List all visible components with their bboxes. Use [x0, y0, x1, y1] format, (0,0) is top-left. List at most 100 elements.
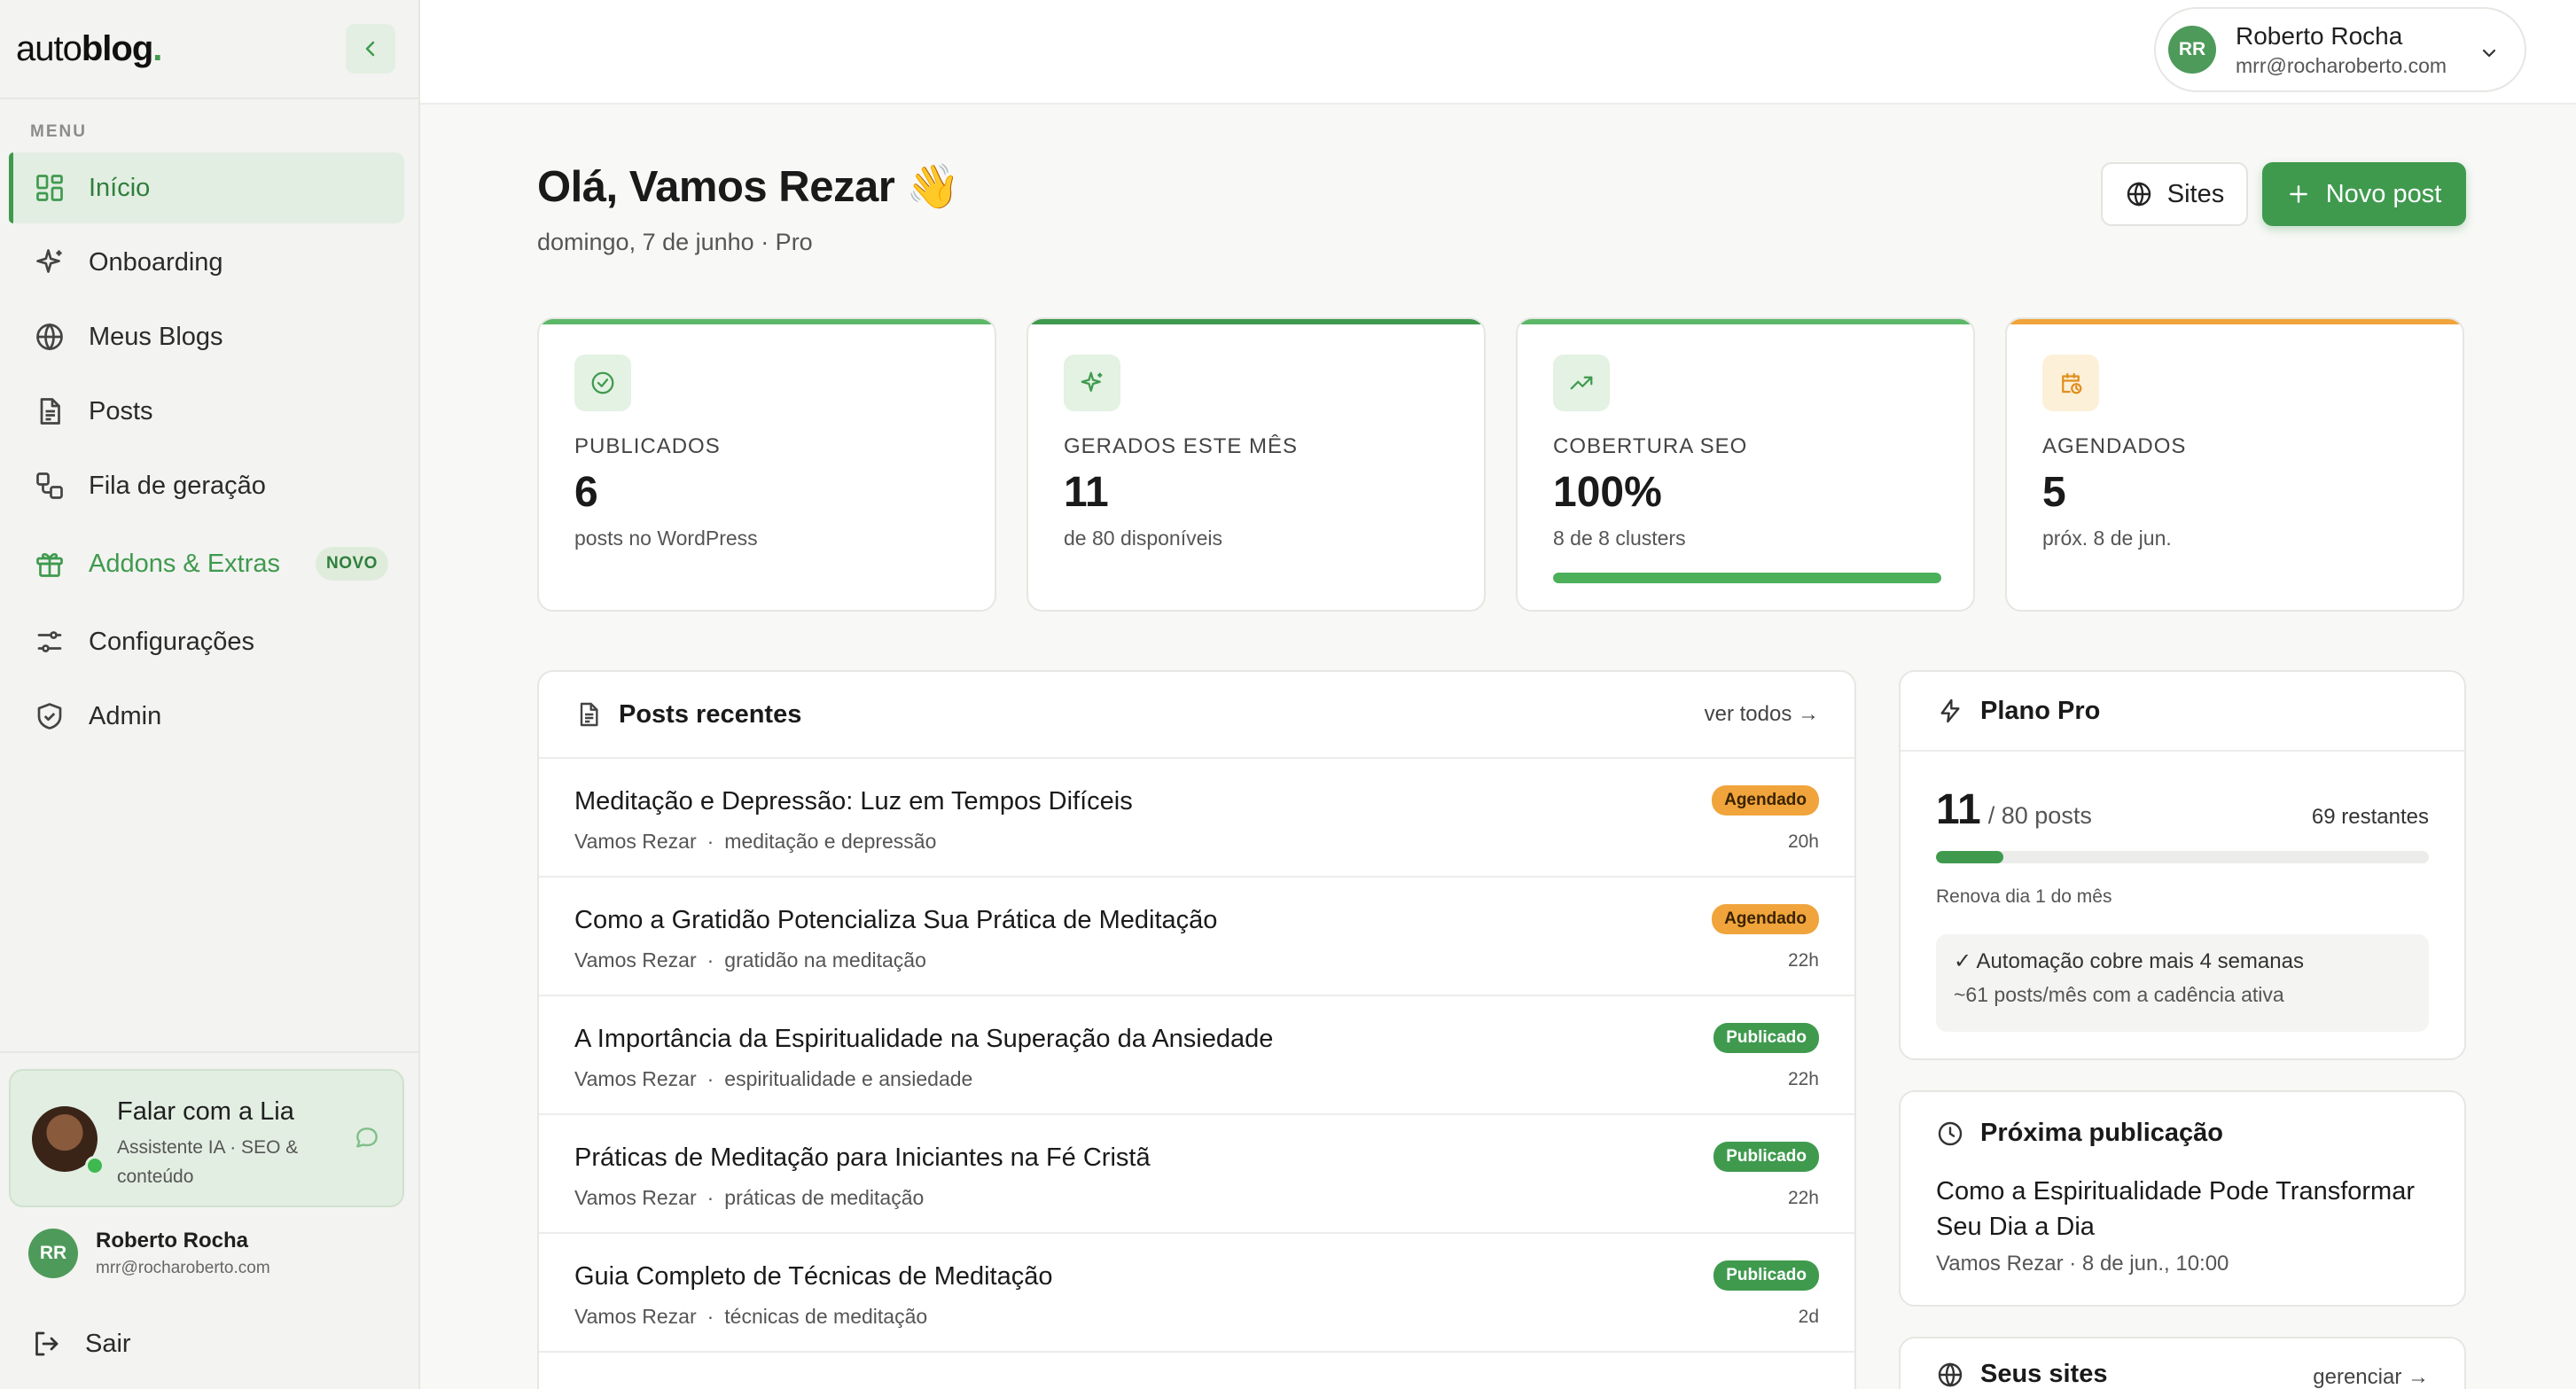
user-name: Roberto Rocha [96, 1229, 249, 1252]
post-row[interactable]: Como a Gratidão Potencializa Sua Prática… [539, 878, 1854, 996]
logo-bold: blog [81, 28, 153, 68]
sidebar-bottom: Falar com a Lia Assistente IA · SEO & co… [0, 1051, 418, 1389]
stat-card-publicados: PUBLICADOS 6 posts no WordPress [537, 317, 996, 612]
post-row[interactable]: Meditação e Depressão: Luz em Tempos Dif… [539, 759, 1854, 878]
logout-icon [30, 1328, 62, 1360]
plan-total: / 80 posts [1987, 802, 2092, 829]
manage-sites-link[interactable]: gerenciar → [2313, 1365, 2429, 1389]
logo[interactable]: autoblog. [16, 28, 162, 69]
post-meta: Vamos Rezar · gratidão na meditação [574, 948, 926, 972]
calendar-clock-icon [2042, 355, 2099, 411]
recent-posts-panel: Posts recentes ver todos → Meditação e D… [537, 670, 1856, 1389]
post-blog: Vamos Rezar [574, 830, 697, 853]
clock-icon [1936, 1120, 1964, 1148]
next-post-meta: Vamos Rezar · 8 de jun., 10:00 [1936, 1252, 2229, 1276]
sidebar-item-inicio[interactable]: Início [9, 152, 404, 223]
plan-renew: Renova dia 1 do mês [1936, 886, 2112, 907]
stat-card-agendados: AGENDADOS 5 próx. 8 de jun. [2005, 317, 2464, 612]
sidebar-item-addons[interactable]: Addons & Extras NOVO [9, 525, 404, 603]
avatar: RR [2168, 26, 2216, 74]
post-title: Meditação e Depressão: Luz em Tempos Dif… [574, 787, 1133, 815]
sidebar-item-meus-blogs[interactable]: Meus Blogs [9, 301, 404, 372]
sidebar-item-posts[interactable]: Posts [9, 376, 404, 447]
stat-label: COBERTURA SEO [1553, 434, 1748, 458]
sites-button[interactable]: Sites [2101, 162, 2248, 226]
logout-button[interactable]: Sair [30, 1328, 131, 1360]
post-meta: Vamos Rezar · meditação e depressão [574, 830, 936, 854]
sidebar-item-fila-de-geracao[interactable]: Fila de geração [9, 450, 404, 521]
post-meta: Vamos Rezar · práticas de meditação [574, 1186, 924, 1210]
status-badge: Agendado [1712, 904, 1819, 934]
assistant-title: Falar com a Lia [117, 1097, 294, 1126]
post-blog: Vamos Rezar [574, 948, 697, 972]
new-badge: NOVO [316, 547, 388, 581]
sidebar-item-label: Onboarding [89, 247, 223, 277]
post-row[interactable]: Guia Completo de Técnicas de Meditação V… [539, 1234, 1854, 1353]
sidebar-user[interactable]: RR Roberto Rocha mrr@rocharoberto.com [28, 1229, 270, 1278]
stat-label: GERADOS ESTE MÊS [1064, 434, 1299, 458]
stat-label: AGENDADOS [2042, 434, 2187, 458]
user-email: mrr@rocharoberto.com [96, 1259, 270, 1277]
sidebar-item-admin[interactable]: Admin [9, 681, 404, 752]
automation-info: ✓ Automação cobre mais 4 semanas ~61 pos… [1936, 934, 2429, 1032]
plan-title: Plano Pro [1980, 696, 2101, 725]
recent-posts-title: Posts recentes [619, 699, 802, 729]
sliders-icon [32, 624, 67, 659]
sidebar-item-label: Fila de geração [89, 471, 266, 500]
sites-header: Seus sites [1936, 1360, 2107, 1389]
status-badge: Publicado [1713, 1260, 1819, 1291]
sidebar: autoblog. MENU Início Onboarding Meus Bl… [0, 0, 420, 1389]
chevron-down-icon [2478, 43, 2500, 64]
next-publication-card[interactable]: Próxima publicação Como a Espiritualidad… [1899, 1090, 2466, 1307]
post-time: 22h [1787, 1069, 1819, 1089]
post-keyword: meditação e depressão [724, 830, 937, 853]
sites-title: Seus sites [1980, 1360, 2108, 1388]
plan-remaining: 69 restantes [2311, 805, 2429, 829]
shield-icon [32, 698, 67, 734]
stat-accent [2007, 319, 2463, 324]
globe-icon [1936, 1361, 1964, 1389]
user-email: mrr@rocharoberto.com [2236, 53, 2447, 77]
next-publication-title: Próxima publicação [1980, 1119, 2223, 1147]
gift-icon [32, 546, 67, 581]
sidebar-nav: Início Onboarding Meus Blogs Posts Fila … [9, 152, 404, 755]
collapse-sidebar-button[interactable] [346, 24, 395, 74]
post-title: Práticas de Meditação para Iniciantes na… [574, 1143, 1151, 1172]
post-row[interactable]: Práticas de Meditação para Iniciantes na… [539, 1115, 1854, 1234]
stat-value: 5 [2042, 469, 2066, 516]
sidebar-item-label: Admin [89, 701, 162, 730]
stat-subtext: de 80 disponíveis [1064, 527, 1223, 550]
assistant-card[interactable]: Falar com a Lia Assistente IA · SEO & co… [9, 1069, 404, 1207]
meta-separator: · [706, 948, 714, 972]
logo-row: autoblog. [0, 0, 418, 99]
stat-subtext: próx. 8 de jun. [2042, 527, 2172, 550]
meta-separator: · [706, 1186, 714, 1209]
post-keyword: gratidão na meditação [724, 948, 926, 972]
stat-label: PUBLICADOS [574, 434, 721, 458]
grid-icon [32, 170, 67, 206]
stat-accent [1518, 319, 1973, 324]
post-blog: Vamos Rezar [574, 1186, 697, 1209]
chat-bubble-icon [353, 1124, 381, 1152]
logo-prefix: auto [16, 28, 82, 68]
status-badge: Publicado [1713, 1142, 1819, 1172]
post-title: A Importância da Espiritualidade na Supe… [574, 1025, 1274, 1053]
stat-subtext: posts no WordPress [574, 527, 758, 550]
see-all-link[interactable]: ver todos → [1705, 702, 1819, 727]
post-meta: Vamos Rezar · espiritualidade e ansiedade [574, 1067, 972, 1091]
avatar: RR [28, 1229, 78, 1278]
post-row[interactable]: A Importância da Espiritualidade na Supe… [539, 996, 1854, 1115]
sidebar-item-onboarding[interactable]: Onboarding [9, 227, 404, 298]
new-post-button-label: Novo post [2325, 179, 2442, 208]
plan-used: 11 [1936, 786, 1981, 833]
status-badge: Agendado [1712, 785, 1819, 815]
document-icon [574, 700, 603, 729]
logo-dot: . [152, 28, 162, 68]
document-icon [32, 394, 67, 429]
logout-label: Sair [85, 1329, 131, 1358]
user-menu[interactable]: RR Roberto Rocha mrr@rocharoberto.com [2154, 7, 2526, 92]
new-post-button[interactable]: Novo post [2262, 162, 2466, 226]
sidebar-item-configuracoes[interactable]: Configurações [9, 606, 404, 677]
stat-accent [1028, 319, 1484, 324]
next-publication-header: Próxima publicação [1936, 1119, 2223, 1148]
